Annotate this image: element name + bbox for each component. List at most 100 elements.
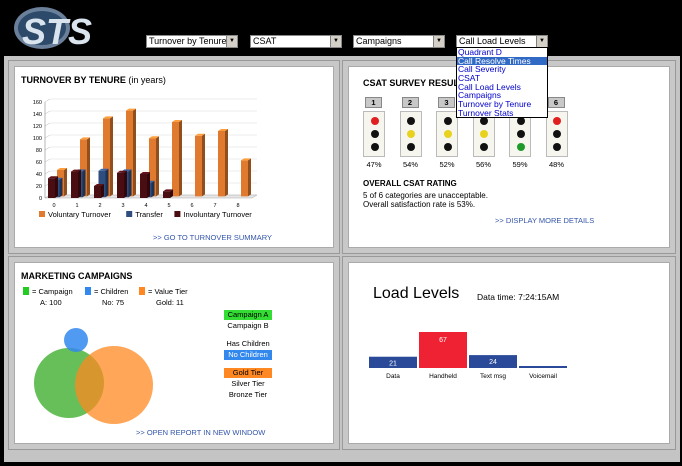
y-tick-label: 20 xyxy=(36,184,42,190)
bar-side xyxy=(179,120,182,197)
legend-label: Voluntary Turnover xyxy=(48,210,111,219)
legend-swatch xyxy=(126,211,133,217)
segment-option[interactable]: No Children xyxy=(224,350,272,360)
turnover-summary-link[interactable]: >> GO TO TURNOVER SUMMARY xyxy=(153,233,272,242)
report-select-3[interactable]: Campaigns ▼ xyxy=(353,35,445,48)
traffic-light xyxy=(436,111,458,157)
bar-involuntary-turnover xyxy=(163,191,170,198)
grid-line xyxy=(44,122,51,127)
traffic-light-lamp xyxy=(443,130,452,138)
load-bar-voicemail xyxy=(519,366,567,368)
y-tick-label: 140 xyxy=(33,112,42,118)
traffic-light-lamp xyxy=(407,117,415,125)
bar-involuntary-turnover xyxy=(94,186,101,198)
venn-diagram xyxy=(34,328,153,424)
marketing-panel-body: MARKETING CAMPAIGNS = Campaign A: 100 = Ch… xyxy=(14,262,334,444)
chevron-down-icon[interactable]: ▼ xyxy=(433,36,444,47)
venn-children-circle xyxy=(64,328,88,352)
legend-label: = Value Tier xyxy=(148,287,188,296)
bar-involuntary-turnover xyxy=(140,174,147,198)
bar-side xyxy=(55,176,58,198)
x-tick-label: 8 xyxy=(236,203,239,209)
segment-option[interactable]: Campaign A xyxy=(224,310,272,320)
legend-swatch xyxy=(174,211,181,217)
chevron-down-icon[interactable]: ▼ xyxy=(330,36,341,47)
segment-option[interactable]: Gold Tier xyxy=(224,368,272,378)
traffic-light xyxy=(545,111,568,157)
marketing-title: MARKETING CAMPAIGNS xyxy=(21,271,133,281)
bar-side xyxy=(202,133,205,197)
y-tick-label: 60 xyxy=(36,160,42,166)
segment-option[interactable]: Has Children xyxy=(224,339,272,349)
csat-details-link[interactable]: >> DISPLAY MORE DETAILS xyxy=(495,216,594,225)
load-bar-value: 67 xyxy=(439,337,447,344)
legend-value: A: 100 xyxy=(40,298,62,307)
bar-side xyxy=(101,184,104,198)
traffic-light xyxy=(399,111,422,157)
csat-category-number: 3 xyxy=(438,97,455,108)
bar-side xyxy=(225,129,228,197)
load-bar-value: 24 xyxy=(489,359,497,366)
bar-side xyxy=(248,158,251,197)
legend-swatch xyxy=(23,287,29,295)
dropdown-option[interactable]: Turnover Stats xyxy=(457,109,547,118)
legend-label: Involuntary Turnover xyxy=(183,210,252,219)
traffic-light-lamp xyxy=(443,117,452,125)
csat-category-6: 6 48% xyxy=(545,97,568,169)
chevron-down-icon[interactable]: ▼ xyxy=(226,36,237,47)
grid-line xyxy=(44,146,51,151)
y-tick-label: 160 xyxy=(33,100,42,106)
bar-side xyxy=(128,169,132,198)
traffic-light-lamp xyxy=(443,143,452,151)
bar-voluntary-turnover xyxy=(241,160,248,197)
x-tick-label: 7 xyxy=(213,203,216,209)
open-report-link[interactable]: >> OPEN REPORT IN NEW WINDOW xyxy=(136,428,265,437)
traffic-light-lamp xyxy=(480,117,488,125)
bar-side xyxy=(78,169,81,198)
traffic-light-lamp xyxy=(553,130,561,138)
report-select-2[interactable]: CSAT ▼ xyxy=(250,35,342,48)
x-tick-label: 4 xyxy=(144,203,147,209)
grid-line xyxy=(44,110,51,115)
y-tick-label: 100 xyxy=(33,136,42,142)
segment-option[interactable]: Bronze Tier xyxy=(224,390,272,400)
csat-summary-line-1: 5 of 6 categories are unacceptable. xyxy=(363,191,488,200)
venn-tier-circle xyxy=(75,346,153,424)
csat-category-2: 2 54% xyxy=(399,97,422,169)
bar-side xyxy=(156,136,159,197)
bar-side xyxy=(110,116,113,197)
turnover-chart: 0 20 40 60 80 100 120 140 160 0 1 2 3 4 5 6 7 8 Voluntary … xyxy=(33,98,258,219)
legend-value: No: 75 xyxy=(102,298,125,307)
traffic-light-lamp xyxy=(370,117,379,125)
traffic-light-lamp xyxy=(480,143,488,151)
load-bar-label: Voicemail xyxy=(529,373,557,380)
segment-option[interactable]: Silver Tier xyxy=(224,379,272,389)
report-select-1[interactable]: Turnover by Tenure ▼ xyxy=(146,35,238,48)
load-data-time: Data time: 7:24:15AM xyxy=(477,292,560,302)
grid-line xyxy=(44,158,51,163)
segment-option[interactable]: Campaign B xyxy=(224,321,272,331)
legend-label: Transfer xyxy=(135,210,163,219)
marketing-panel: MARKETING CAMPAIGNS = Campaign A: 100 = Ch… xyxy=(8,256,340,450)
legend-swatch xyxy=(85,287,91,295)
chevron-down-icon[interactable]: ▼ xyxy=(536,36,547,47)
load-levels-chart: 21 Data 67 Handheld 24 Text msg Voicemail xyxy=(369,332,567,380)
x-tick-label: 5 xyxy=(167,203,170,209)
legend-swatch xyxy=(139,287,145,295)
x-tick-label: 3 xyxy=(121,203,124,209)
load-bar-label: Text msg xyxy=(480,373,506,380)
report-dropdown-list[interactable]: Quadrant D Call Resolve Times Call Severit… xyxy=(456,47,548,118)
legend-swatch xyxy=(39,211,45,217)
load-bar-label: Data xyxy=(386,373,400,380)
turnover-panel-body: TURNOVER BY TENURE (in years) 0 20 40 60 80 1… xyxy=(14,66,334,248)
y-tick-label: 0 xyxy=(39,196,42,202)
y-tick-label: 120 xyxy=(33,124,42,130)
traffic-light-lamp xyxy=(516,143,525,151)
dashboard-area: TURNOVER BY TENURE (in years) 0 20 40 60 80 1… xyxy=(4,56,680,462)
bar-side xyxy=(105,168,109,198)
load-levels-panel-body: Load Levels Data time: 7:24:15AM 21 Data 6… xyxy=(348,262,670,444)
bar-side xyxy=(82,169,86,198)
traffic-light-lamp xyxy=(553,143,561,151)
csat-percent: 52% xyxy=(439,160,455,169)
csat-category-number: 6 xyxy=(547,97,565,108)
